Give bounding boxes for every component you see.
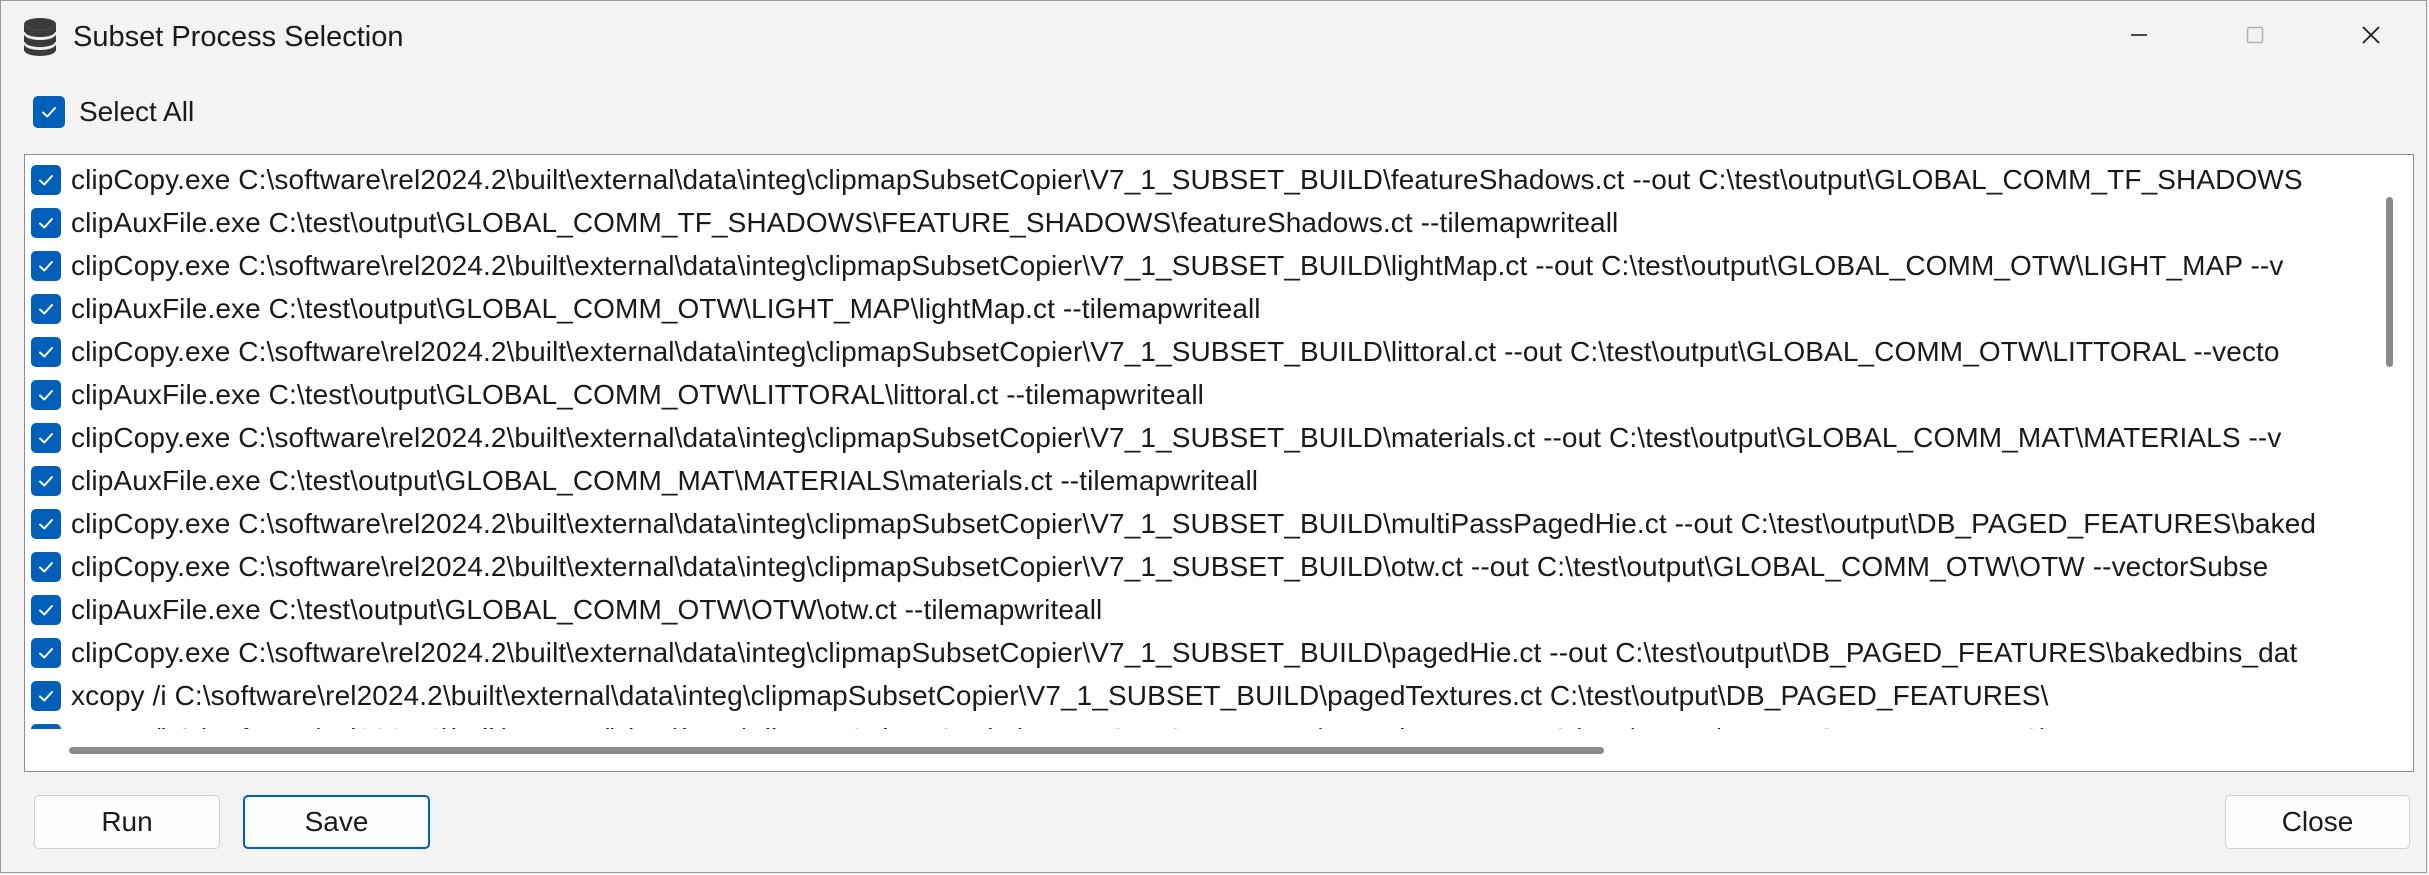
checkmark-icon[interactable] — [31, 680, 61, 711]
maximize-icon — [2245, 25, 2265, 50]
process-command-text: clipAuxFile.exe C:\test\output\GLOBAL_CO… — [71, 464, 1259, 496]
dialog-window: Subset Process Selection Select All clip… — [0, 0, 2427, 873]
select-all-checkbox[interactable]: Select All — [33, 94, 194, 130]
process-list-viewport: clipCopy.exe C:\software\rel2024.2\built… — [25, 155, 2370, 730]
process-list-item[interactable]: clipAuxFile.exe C:\test\output\GLOBAL_CO… — [31, 373, 1204, 416]
checkmark-icon[interactable] — [31, 422, 61, 453]
process-command-text: clipCopy.exe C:\software\rel2024.2\built… — [71, 249, 2284, 281]
database-icon — [21, 17, 59, 57]
window-title: Subset Process Selection — [73, 21, 404, 53]
process-list-item[interactable]: clipCopy.exe C:\software\rel2024.2\built… — [31, 330, 2280, 373]
process-list-item[interactable]: clipCopy.exe C:\software\rel2024.2\built… — [31, 416, 2281, 459]
process-list-item[interactable]: clipCopy.exe C:\software\rel2024.2\built… — [31, 631, 2297, 674]
vertical-scroll-thumb[interactable] — [2386, 197, 2393, 367]
close-button[interactable]: Close — [2225, 795, 2410, 849]
process-list-item[interactable]: clipAuxFile.exe C:\test\output\GLOBAL_CO… — [31, 201, 1618, 244]
process-list-item[interactable]: clipCopy.exe C:\software\rel2024.2\built… — [31, 502, 2316, 545]
process-list-item[interactable]: clipAuxFile.exe C:\test\output\GLOBAL_CO… — [31, 287, 1261, 330]
select-all-label: Select All — [79, 96, 195, 127]
checkmark-icon[interactable] — [31, 250, 61, 281]
checkmark-icon[interactable] — [31, 551, 61, 582]
save-button[interactable]: Save — [243, 795, 430, 849]
process-list-item[interactable]: clipAuxFile.exe C:\test\output\GLOBAL_CO… — [31, 459, 1258, 502]
process-command-text: clipAuxFile.exe C:\test\output\GLOBAL_CO… — [71, 378, 1204, 410]
checkmark-icon[interactable] — [31, 465, 61, 496]
checkmark-icon[interactable] — [31, 164, 61, 195]
process-list-item[interactable]: clipCopy.exe C:\software\rel2024.2\built… — [31, 158, 2303, 201]
process-command-text: clipCopy.exe C:\software\rel2024.2\built… — [71, 421, 2282, 453]
process-command-text: clipCopy.exe C:\software\rel2024.2\built… — [71, 636, 2298, 668]
checkmark-icon[interactable] — [31, 207, 61, 238]
checkmark-icon[interactable] — [31, 637, 61, 668]
checkmark-icon[interactable] — [31, 379, 61, 410]
checkmark-icon[interactable] — [31, 594, 61, 625]
process-command-text: clipAuxFile.exe C:\test\output\GLOBAL_CO… — [71, 292, 1261, 324]
horizontal-scroll-thumb[interactable] — [69, 747, 1604, 754]
process-list-item[interactable]: clipCopy.exe C:\software\rel2024.2\built… — [31, 244, 2283, 287]
checkmark-icon[interactable] — [31, 293, 61, 324]
maximize-button[interactable] — [2197, 1, 2313, 73]
run-button[interactable]: Run — [34, 795, 220, 849]
process-list-item[interactable]: xcopy /i C:\software\rel2024.2\built\ext… — [31, 674, 2049, 717]
close-window-button[interactable] — [2313, 1, 2429, 73]
horizontal-scrollbar[interactable] — [25, 729, 2370, 771]
minimize-icon — [2129, 25, 2149, 50]
process-list-item[interactable]: clipCopy.exe C:\software\rel2024.2\built… — [31, 545, 2268, 588]
checkmark-icon — [33, 96, 65, 128]
process-command-text: clipAuxFile.exe C:\test\output\GLOBAL_CO… — [71, 206, 1619, 238]
title-bar[interactable]: Subset Process Selection — [1, 1, 2426, 73]
process-command-text: clipAuxFile.exe C:\test\output\GLOBAL_CO… — [71, 593, 1103, 625]
vertical-scrollbar[interactable] — [2369, 155, 2413, 730]
checkmark-icon[interactable] — [31, 508, 61, 539]
process-list-item[interactable]: clipAuxFile.exe C:\test\output\GLOBAL_CO… — [31, 588, 1102, 631]
process-list[interactable]: clipCopy.exe C:\software\rel2024.2\built… — [24, 154, 2414, 772]
minimize-button[interactable] — [2081, 1, 2197, 73]
process-command-text: clipCopy.exe C:\software\rel2024.2\built… — [71, 507, 2317, 539]
process-command-text: clipCopy.exe C:\software\rel2024.2\built… — [71, 335, 2280, 367]
checkmark-icon[interactable] — [31, 336, 61, 367]
process-command-text: clipCopy.exe C:\software\rel2024.2\built… — [71, 163, 2303, 195]
process-command-text: xcopy /i C:\software\rel2024.2\built\ext… — [71, 679, 2049, 711]
close-icon — [2360, 24, 2382, 51]
process-command-text: clipCopy.exe C:\software\rel2024.2\built… — [71, 550, 2269, 582]
